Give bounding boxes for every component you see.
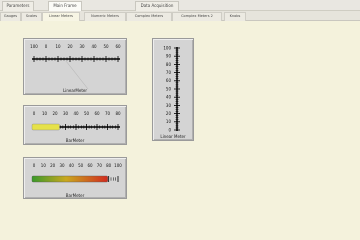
bar-fill-gradient [31, 175, 108, 183]
tab-linear-meters[interactable]: Linear Meters [42, 12, 80, 21]
tick-label: 40 [69, 163, 75, 168]
tick-label: 100 [30, 44, 38, 49]
linear-meter-vertical: 100 90 80 70 60 50 40 30 20 10 0 Linear Meter [152, 38, 194, 141]
meter-label: BarMeter [65, 193, 85, 198]
tick-label: 50 [84, 111, 90, 116]
tab-gauges[interactable]: Gauges [0, 12, 21, 21]
tab-scales[interactable]: Scales [21, 12, 42, 21]
tick-label: 30 [63, 111, 69, 116]
tick-label: 20 [52, 111, 58, 116]
tick-label: 60 [166, 78, 172, 83]
tick-label: 30 [59, 163, 65, 168]
meter-label: Linear Meter [160, 134, 186, 139]
meter-label: BarMeter [65, 138, 85, 143]
meter-label: LinearMeter [62, 88, 88, 93]
bar-meter-bottom: 0 10 20 30 40 50 60 70 80 100 BarMeter [23, 157, 127, 199]
tab-main-frame[interactable]: Main Frame [48, 1, 82, 11]
tab-knobs[interactable]: Knobs [224, 12, 246, 21]
tick-label: 50 [166, 86, 172, 91]
tick-label: 40 [166, 95, 172, 100]
tick-label: 0 [45, 44, 48, 49]
tick-label: 0 [33, 111, 36, 116]
tab-numeric-meters[interactable]: Numeric Meters [84, 12, 126, 21]
tick-label: 60 [87, 163, 93, 168]
tick-label: 70 [97, 163, 103, 168]
tick-label: 0 [33, 163, 36, 168]
tick-label: 20 [166, 111, 172, 116]
tick-label: 10 [55, 44, 61, 49]
tick-label: 30 [79, 44, 85, 49]
tick-label: 10 [42, 111, 48, 116]
tick-label: 50 [78, 163, 84, 168]
tick-label: 0 [168, 127, 171, 132]
meter-needle [65, 60, 89, 90]
tick-label: 60 [94, 111, 100, 116]
tick-label: 20 [67, 44, 73, 49]
tick-label: 30 [166, 103, 172, 108]
tick-label: 10 [41, 163, 47, 168]
linear-meter-vertical-scale: 1009080706050403020100 [163, 45, 180, 132]
tick-label: 90 [166, 54, 172, 59]
tick-label: 80 [115, 111, 121, 116]
tick-label: 40 [73, 111, 79, 116]
bar-fill-yellow [31, 123, 60, 131]
sub-tab-bar: Gauges Scales Linear Meters Numeric Mete… [0, 11, 360, 21]
tick-label: 40 [91, 44, 97, 49]
tab-complex-meters-2[interactable]: Complex Meters 2 [172, 12, 222, 21]
tick-label: 70 [105, 111, 111, 116]
tick-label: 80 [106, 163, 112, 168]
tick-label: 50 [103, 44, 109, 49]
tick-label: 60 [115, 44, 121, 49]
tick-label: 100 [114, 163, 122, 168]
tick-label: 70 [166, 70, 172, 75]
tick-label: 10 [166, 119, 172, 124]
tick-label: 20 [50, 163, 56, 168]
bar-meter-middle: 0 10 20 30 40 50 60 70 80 BarMeter [23, 105, 127, 145]
tab-parameters[interactable]: Parameters [2, 1, 34, 11]
tab-data-acquisition[interactable]: Data Acquisition [135, 1, 179, 11]
linear-meter-top: 100 0 10 20 30 40 50 60 LinearMeter [23, 38, 127, 95]
top-tab-bar: Parameters Main Frame Data Acquisition [0, 0, 360, 11]
tab-complex-meters[interactable]: Complex Meters [126, 12, 172, 21]
tick-label: 80 [166, 62, 172, 67]
tick-label: 100 [163, 45, 171, 50]
